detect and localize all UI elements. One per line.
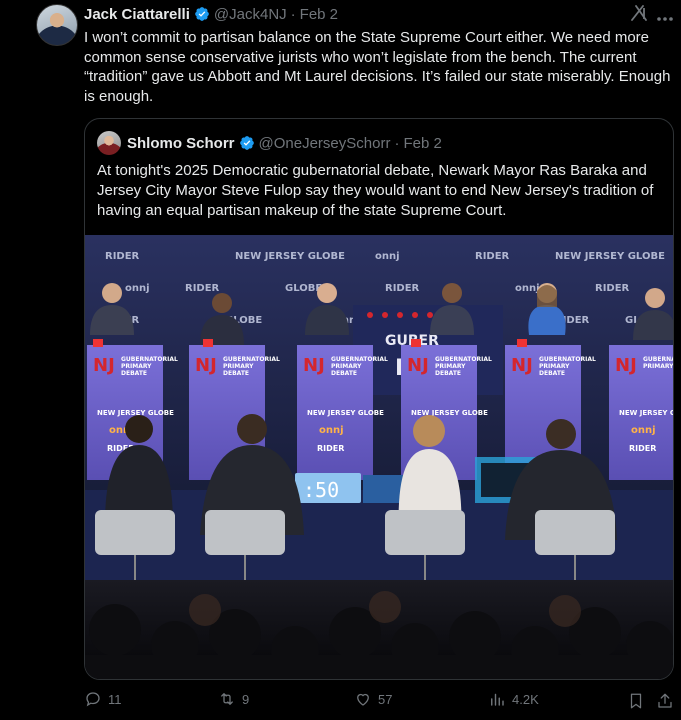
svg-text:GLOBE: GLOBE xyxy=(285,283,322,294)
svg-text:PRIMARY: PRIMARY xyxy=(331,363,362,370)
svg-text:onnj: onnj xyxy=(125,283,150,294)
svg-text:NJ: NJ xyxy=(511,355,533,376)
author-handle[interactable]: @Jack4NJ xyxy=(214,6,287,23)
svg-text:GUBERNATORIAL: GUBERNATORIAL xyxy=(435,356,492,363)
retweet-count: 9 xyxy=(242,691,250,707)
bookmark-icon[interactable] xyxy=(627,692,645,710)
author-name[interactable]: Jack Ciattarelli xyxy=(84,6,190,23)
svg-text:RIDER: RIDER xyxy=(185,283,220,294)
svg-text:NEW JERSEY GLOBE: NEW JERSEY GLOBE xyxy=(307,409,384,417)
retweet-icon xyxy=(221,693,233,705)
svg-text:GUBERNATORIAL: GUBERNATORIAL xyxy=(643,356,673,363)
author-avatar[interactable] xyxy=(36,4,78,46)
svg-text:DEBATE: DEBATE xyxy=(331,370,357,377)
reply-button[interactable]: 11 xyxy=(84,690,122,708)
svg-text:NJ: NJ xyxy=(407,355,429,376)
more-icon[interactable] xyxy=(655,10,675,21)
svg-text:NEW JERSEY GLOBE: NEW JERSEY GLOBE xyxy=(555,251,665,262)
svg-text:NEW JERSEY GLOBE: NEW JERSEY GLOBE xyxy=(619,409,673,417)
views-count: 4.2K xyxy=(512,691,539,707)
timer-screen-text: :50 xyxy=(303,478,339,502)
svg-text:NJ: NJ xyxy=(195,355,217,376)
tweet-text: I won’t commit to partisan balance on th… xyxy=(84,29,671,105)
share-icon[interactable] xyxy=(656,692,674,710)
podium-logo: NJ xyxy=(93,355,115,376)
like-count: 57 xyxy=(378,691,393,707)
separator-dot: · xyxy=(290,5,296,23)
views-button[interactable]: 4.2K xyxy=(488,690,539,708)
debate-photo-illustration: RIDER NEW JERSEY GLOBE onnj RIDER NEW JERSEY… xyxy=(85,235,673,679)
svg-text:NJ: NJ xyxy=(303,355,325,376)
verified-icon xyxy=(239,135,255,151)
views-icon xyxy=(491,693,504,706)
quoted-tweet-date[interactable]: Feb 2 xyxy=(403,135,441,152)
quoted-author-handle[interactable]: @OneJerseySchorr xyxy=(259,135,391,152)
like-button[interactable]: 57 xyxy=(354,690,392,708)
tweet-date[interactable]: Feb 2 xyxy=(300,6,338,23)
quoted-tweet-text: At tonight's 2025 Democratic gubernatori… xyxy=(97,162,654,219)
retweet-button[interactable]: 9 xyxy=(218,690,249,708)
svg-text:DEBATE: DEBATE xyxy=(539,370,565,377)
svg-text:DEBATE: DEBATE xyxy=(121,370,147,377)
svg-text:NEW JERSEY GLOBE: NEW JERSEY GLOBE xyxy=(411,409,488,417)
svg-text:onnj: onnj xyxy=(319,425,344,436)
svg-text:PRIMARY: PRIMARY xyxy=(121,363,152,370)
svg-text:RIDER: RIDER xyxy=(385,283,420,294)
quoted-tweet-header: Shlomo Schorr @OneJerseySchorr · Feb 2 xyxy=(127,133,442,153)
svg-text:onnj: onnj xyxy=(631,425,656,436)
svg-text:NJ: NJ xyxy=(615,355,637,376)
quoted-author-avatar[interactable] xyxy=(97,131,121,155)
reply-count: 11 xyxy=(108,691,122,707)
svg-text:RIDER: RIDER xyxy=(629,444,656,453)
svg-text:NEW JERSEY GLOBE: NEW JERSEY GLOBE xyxy=(235,251,345,262)
svg-text:onnj: onnj xyxy=(515,283,540,294)
tweet[interactable]: Jack Ciattarelli @Jack4NJ · Feb 2 I won’… xyxy=(0,0,681,720)
svg-text:RIDER: RIDER xyxy=(595,283,630,294)
grok-icon[interactable] xyxy=(629,3,649,23)
reply-icon xyxy=(86,692,100,707)
quoted-author-name[interactable]: Shlomo Schorr xyxy=(127,135,235,152)
action-bar: 11 9 57 4.2K xyxy=(84,690,676,714)
svg-text:PRIMARY: PRIMARY xyxy=(435,363,466,370)
svg-text:RIDER: RIDER xyxy=(475,251,510,262)
verified-icon xyxy=(194,6,210,22)
like-icon xyxy=(357,693,369,706)
svg-text:GUBERNATORIAL: GUBERNATORIAL xyxy=(121,356,178,363)
svg-text:GUBERNATORIAL: GUBERNATORIAL xyxy=(223,356,280,363)
svg-text:DEBATE: DEBATE xyxy=(223,370,249,377)
quoted-tweet[interactable]: Shlomo Schorr @OneJerseySchorr · Feb 2 A… xyxy=(84,118,674,680)
svg-text:GUBERNATORIAL: GUBERNATORIAL xyxy=(539,356,596,363)
svg-text:RIDER: RIDER xyxy=(105,251,140,262)
svg-text:RIDER: RIDER xyxy=(317,444,344,453)
separator-dot: · xyxy=(394,134,400,152)
svg-text:onnj: onnj xyxy=(375,251,400,262)
svg-text:PRIMARY: PRIMARY xyxy=(223,363,254,370)
tweet-header: Jack Ciattarelli @Jack4NJ · Feb 2 xyxy=(84,4,338,24)
svg-text:PRIMARY: PRIMARY xyxy=(643,363,673,370)
svg-text:DEBATE: DEBATE xyxy=(435,370,461,377)
debate-photo[interactable]: RIDER NEW JERSEY GLOBE onnj RIDER NEW JERSEY… xyxy=(85,235,673,679)
svg-text:GUBERNATORIAL: GUBERNATORIAL xyxy=(331,356,388,363)
svg-text:PRIMARY: PRIMARY xyxy=(539,363,570,370)
